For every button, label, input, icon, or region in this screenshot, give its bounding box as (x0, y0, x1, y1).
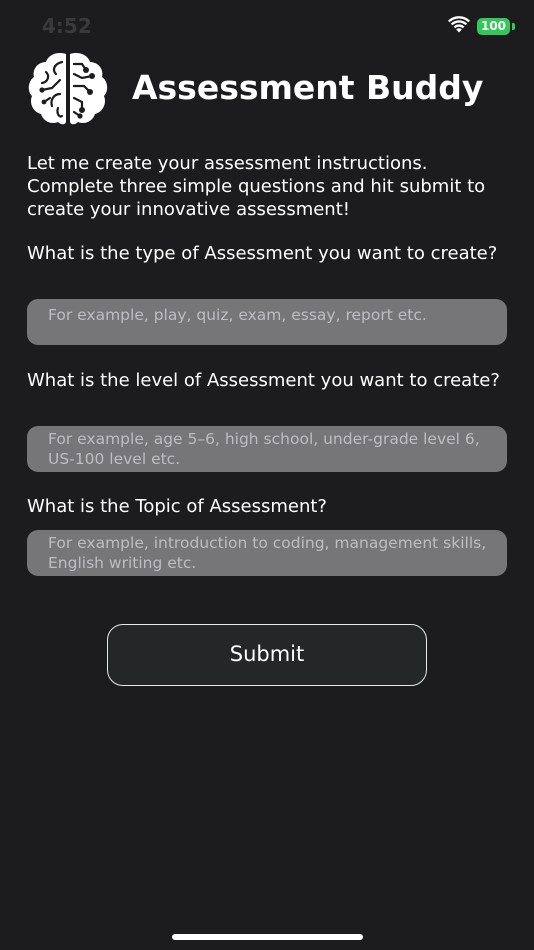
brain-circuit-icon (28, 52, 108, 125)
status-time: 4:52 (42, 14, 92, 38)
status-bar: 4:52 100 (0, 0, 534, 50)
question-level-label: What is the level of Assessment you want… (27, 370, 500, 391)
home-indicator (172, 934, 363, 940)
question-type-label: What is the type of Assessment you want … (27, 243, 498, 264)
assessment-topic-field[interactable] (27, 530, 507, 576)
app-title: Assessment Buddy (132, 68, 484, 107)
app-header: Assessment Buddy (0, 48, 534, 128)
assessment-topic-input[interactable] (27, 530, 507, 576)
assessment-level-field[interactable] (27, 426, 507, 472)
intro-text: Let me create your assessment instructio… (27, 153, 486, 220)
assessment-level-input[interactable] (27, 426, 507, 472)
submit-button[interactable]: Submit (107, 624, 427, 686)
battery-level: 100 (477, 18, 510, 35)
assessment-type-field[interactable] (27, 299, 507, 345)
battery-icon: 100 (477, 18, 515, 35)
question-topic-label: What is the Topic of Assessment? (27, 496, 327, 517)
assessment-type-input[interactable] (27, 299, 507, 345)
wifi-icon (448, 16, 470, 33)
